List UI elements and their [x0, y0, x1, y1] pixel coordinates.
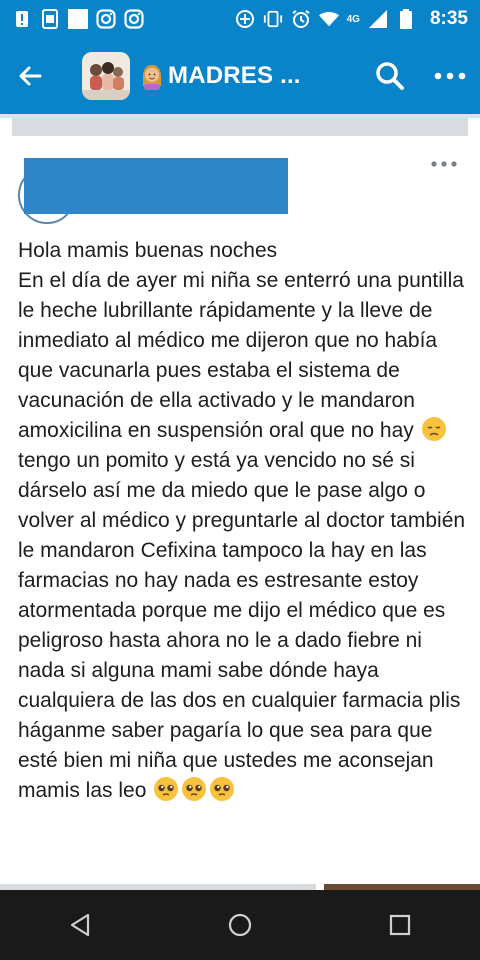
previous-post-edge	[0, 118, 480, 136]
disappointed-face-icon	[421, 417, 446, 441]
data-saver-icon	[235, 9, 255, 29]
search-icon	[376, 62, 404, 90]
signal-icon	[368, 9, 388, 29]
alert-icon	[12, 9, 32, 29]
alarm-icon	[291, 9, 311, 29]
screenshot-icon	[40, 9, 60, 29]
post-line-continuation: tengo un pomito y está ya vencido no sé …	[18, 449, 471, 802]
more-options-button[interactable]	[420, 38, 480, 114]
status-right-icons: 4G 8:35	[235, 8, 468, 30]
home-nav-icon	[228, 913, 252, 937]
group-title-wrap[interactable]: MADRES ...	[138, 62, 360, 90]
post-line-body: En el día de ayer mi niña se enterró una…	[18, 269, 470, 442]
vibrate-icon	[263, 9, 283, 29]
post-body: Hola mamis buenas noches En el día de ay…	[18, 236, 468, 806]
pleading-face-icon	[154, 777, 179, 801]
more-icon	[434, 72, 466, 80]
search-button[interactable]	[360, 38, 420, 114]
recents-nav-icon	[389, 914, 411, 936]
post-options-button[interactable]	[424, 152, 464, 176]
back-button[interactable]	[0, 38, 60, 114]
woman-emoji-icon	[143, 65, 161, 90]
group-photo-image	[82, 52, 130, 100]
nav-home-button[interactable]	[200, 895, 280, 955]
nav-recents-button[interactable]	[360, 895, 440, 955]
battery-icon	[396, 9, 416, 29]
instagram-icon	[96, 9, 116, 29]
group-title: MADRES ...	[168, 62, 301, 89]
back-arrow-icon	[19, 66, 42, 86]
more-icon	[431, 161, 457, 167]
wifi-icon	[318, 9, 339, 29]
instagram-icon	[124, 9, 144, 29]
image-icon	[68, 9, 88, 29]
pleading-face-icon	[210, 777, 235, 801]
nav-back-button[interactable]	[40, 895, 120, 955]
post-line-greeting: Hola mamis buenas noches	[18, 239, 278, 262]
status-left-icons	[12, 9, 144, 29]
pleading-face-icon	[182, 777, 207, 801]
status-bar: 4G 8:35	[0, 0, 480, 38]
system-nav-bar	[0, 890, 480, 960]
back-nav-icon	[70, 913, 90, 937]
clock: 8:35	[429, 8, 468, 29]
network-type: 4G	[346, 13, 360, 25]
group-avatar[interactable]	[82, 52, 130, 100]
post-card: Hola mamis buenas noches En el día de ay…	[0, 136, 480, 886]
app-bar: MADRES ...	[0, 38, 480, 114]
author-name-redacted[interactable]	[24, 158, 288, 214]
